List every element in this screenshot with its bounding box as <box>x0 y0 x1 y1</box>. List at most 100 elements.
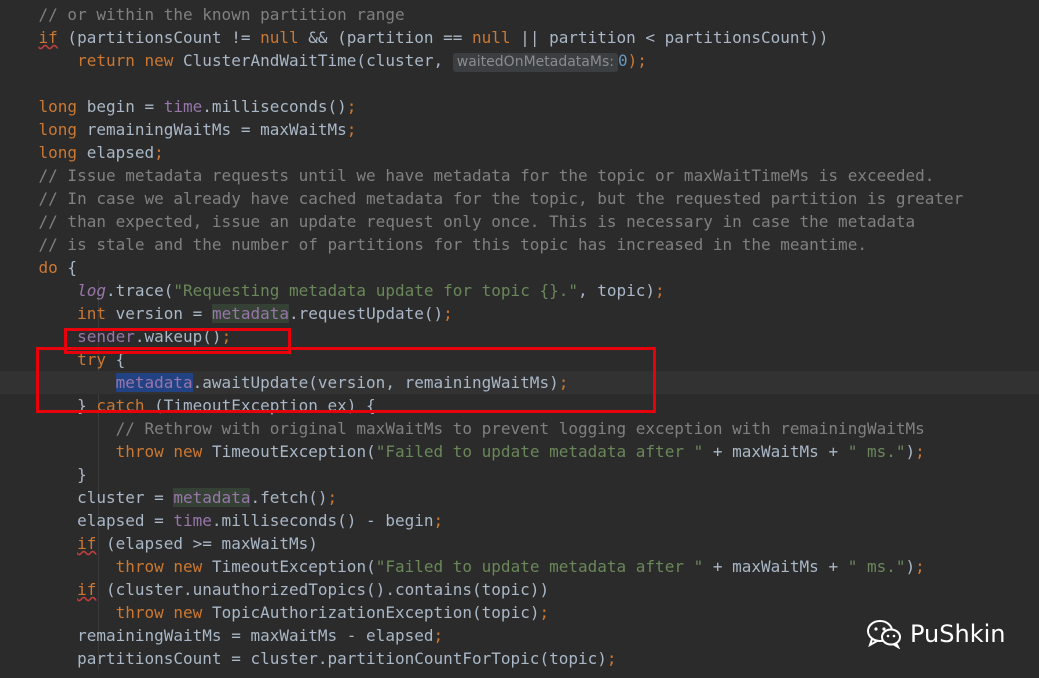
keyword-if: if <box>38 28 58 47</box>
semicolon: ; <box>327 488 338 507</box>
code-text: ClusterAndWaitTime(cluster, <box>173 51 453 70</box>
code-line[interactable]: if (partitionsCount != null && (partitio… <box>0 26 1039 49</box>
keyword-if: if <box>77 534 97 553</box>
code-line[interactable]: do { <box>0 256 1039 279</box>
code-line[interactable]: // is stale and the number of partitions… <box>0 233 1039 256</box>
code-line[interactable]: long remainingWaitMs = maxWaitMs; <box>0 118 1039 141</box>
field-time: time <box>163 97 203 116</box>
semicolon: ; <box>655 281 665 300</box>
code-text: , topic) <box>577 281 656 300</box>
watermark-text: PuShkin <box>910 620 1006 648</box>
code-text: ); <box>627 51 647 70</box>
code-line[interactable]: // Issue metadata requests until we have… <box>0 164 1039 187</box>
field-time: time <box>173 511 212 530</box>
comment: // than expected, issue an update reques… <box>38 212 916 231</box>
watermark: PuShkin <box>866 618 1005 650</box>
code-text: + maxWaitMs + <box>703 557 848 576</box>
code-line[interactable]: partitionsCount = cluster.partitionCount… <box>0 647 1039 670</box>
keyword-return: return <box>77 51 135 70</box>
keyword-long: long <box>38 143 78 162</box>
keyword-throw: throw <box>115 557 164 576</box>
code-line[interactable]: if (cluster.unauthorizedTopics().contain… <box>0 578 1039 601</box>
code-text: || partition < partitionsCount)) <box>510 28 829 47</box>
code-line[interactable]: } <box>0 463 1039 486</box>
keyword-null: null <box>260 28 299 47</box>
code-line[interactable]: int version = metadata.requestUpdate(); <box>0 302 1039 325</box>
field-log: log <box>77 281 106 300</box>
code-text: (cluster.unauthorizedTopics().contains(t… <box>96 580 550 599</box>
keyword-new: new <box>173 557 203 576</box>
code-text: ) <box>905 442 916 461</box>
code-text: version = <box>105 304 212 323</box>
comment: // In case we already have cached metada… <box>38 189 964 208</box>
code-text: cluster = <box>77 488 174 507</box>
code-line[interactable]: return new ClusterAndWaitTime(cluster, w… <box>0 49 1039 72</box>
code-text: elapsed <box>77 143 155 162</box>
code-text: remainingWaitMs = maxWaitMs - elapsed <box>77 626 434 645</box>
code-line[interactable]: // or within the known partition range <box>0 3 1039 26</box>
keyword-throw: throw <box>115 603 164 622</box>
code-text: remainingWaitMs = maxWaitMs <box>77 120 347 139</box>
code-line[interactable]: throw new TimeoutException("Failed to up… <box>0 440 1039 463</box>
keyword-if: if <box>77 580 97 599</box>
keyword-throw: throw <box>115 442 164 461</box>
comment: // Issue metadata requests until we have… <box>38 166 935 185</box>
code-text: partitionsCount = cluster.partitionCount… <box>77 649 607 668</box>
code-line[interactable]: cluster = metadata.fetch(); <box>0 486 1039 509</box>
semicolon: ; <box>915 557 925 576</box>
code-text: .fetch() <box>250 488 328 507</box>
string-literal: "Failed to update metadata after " <box>375 557 704 576</box>
code-text: elapsed = <box>77 511 174 530</box>
string-literal: " ms." <box>847 557 906 576</box>
code-text: { <box>57 258 78 277</box>
string-literal: "Requesting metadata update for topic {}… <box>173 281 578 300</box>
semicolon: ; <box>433 511 444 530</box>
semicolon: ; <box>443 304 453 323</box>
keyword-do: do <box>38 258 58 277</box>
code-line[interactable]: // Rethrow with original maxWaitMs to pr… <box>0 417 1039 440</box>
code-text: TimeoutException( <box>202 557 376 576</box>
semicolon: ; <box>606 649 617 668</box>
keyword-new: new <box>173 442 203 461</box>
code-line[interactable]: if (elapsed >= maxWaitMs) <box>0 532 1039 555</box>
code-text: && (partition == <box>298 28 473 47</box>
code-text: TopicAuthorizationException(topic) <box>202 603 540 622</box>
keyword-new: new <box>144 51 174 70</box>
field-metadata: metadata <box>173 488 251 507</box>
semicolon: ; <box>346 120 357 139</box>
number-literal: 0 <box>617 51 628 70</box>
keyword-long: long <box>38 97 78 116</box>
comment: // Rethrow with original maxWaitMs to pr… <box>115 419 925 438</box>
field-metadata: metadata <box>211 304 289 323</box>
code-text: .requestUpdate() <box>289 304 444 323</box>
code-line[interactable]: // In case we already have cached metada… <box>0 187 1039 210</box>
code-editor[interactable]: // or within the known partition range i… <box>0 0 1039 678</box>
code-line[interactable]: // than expected, issue an update reques… <box>0 210 1039 233</box>
comment: // is stale and the number of partitions… <box>38 235 867 254</box>
keyword-null: null <box>472 28 511 47</box>
code-line[interactable]: log.trace("Requesting metadata update fo… <box>0 279 1039 302</box>
highlight-box-await-update <box>36 347 656 413</box>
semicolon: ; <box>433 626 444 645</box>
code-text: + maxWaitMs + <box>703 442 848 461</box>
code-line[interactable]: elapsed = time.milliseconds() - begin; <box>0 509 1039 532</box>
code-text: ) <box>905 557 916 576</box>
code-line[interactable]: long begin = time.milliseconds(); <box>0 95 1039 118</box>
code-line[interactable]: long elapsed; <box>0 141 1039 164</box>
code-text: .milliseconds() <box>202 97 347 116</box>
code-text: TimeoutException( <box>202 442 376 461</box>
semicolon: ; <box>346 97 357 116</box>
keyword-long: long <box>38 120 78 139</box>
code-text: begin = <box>77 97 164 116</box>
code-text: (partitionsCount != <box>57 28 261 47</box>
semicolon: ; <box>915 442 925 461</box>
code-text: .milliseconds() - begin <box>211 511 434 530</box>
code-line[interactable]: throw new TimeoutException("Failed to up… <box>0 555 1039 578</box>
keyword-new: new <box>173 603 203 622</box>
keyword-int: int <box>77 304 106 323</box>
comment: // or within the known partition range <box>38 5 405 24</box>
wechat-icon <box>867 620 901 649</box>
